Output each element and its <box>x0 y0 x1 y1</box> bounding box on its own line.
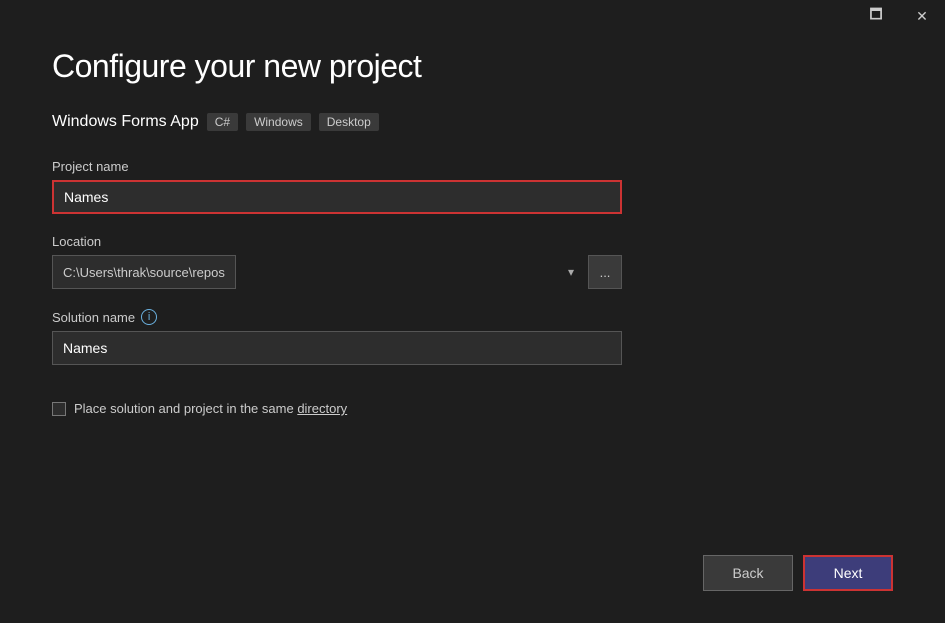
footer: Back Next <box>52 535 893 591</box>
location-row: C:\Users\thrak\source\repos ... <box>52 255 622 289</box>
main-content: Configure your new project Windows Forms… <box>0 0 945 623</box>
app-subtitle: Windows Forms App C# Windows Desktop <box>52 113 893 131</box>
location-section: Location C:\Users\thrak\source\repos ... <box>52 234 893 289</box>
project-name-label: Project name <box>52 159 893 174</box>
maximize-button[interactable]: 🗖 <box>853 0 899 32</box>
page-title: Configure your new project <box>52 48 893 85</box>
back-button[interactable]: Back <box>703 555 793 591</box>
same-directory-row: Place solution and project in the same d… <box>52 401 893 416</box>
location-select-wrapper: C:\Users\thrak\source\repos <box>52 255 582 289</box>
tag-desktop: Desktop <box>319 113 379 131</box>
next-button[interactable]: Next <box>803 555 893 591</box>
info-icon[interactable]: i <box>141 309 157 325</box>
same-directory-label: Place solution and project in the same d… <box>74 401 347 416</box>
same-directory-checkbox[interactable] <box>52 402 66 416</box>
app-name-label: Windows Forms App <box>52 113 199 131</box>
solution-name-section: Solution name i <box>52 309 893 365</box>
title-bar: 🗖 ✕ <box>853 0 945 32</box>
location-select[interactable]: C:\Users\thrak\source\repos <box>52 255 236 289</box>
tag-windows: Windows <box>246 113 311 131</box>
project-name-input[interactable] <box>52 180 622 214</box>
browse-button[interactable]: ... <box>588 255 622 289</box>
solution-name-label: Solution name <box>52 310 135 325</box>
solution-name-input[interactable] <box>52 331 622 365</box>
close-button[interactable]: ✕ <box>899 0 945 32</box>
location-label: Location <box>52 234 893 249</box>
project-name-section: Project name <box>52 159 893 214</box>
solution-label-row: Solution name i <box>52 309 893 325</box>
tag-csharp: C# <box>207 113 238 131</box>
directory-underline: directory <box>297 401 347 416</box>
